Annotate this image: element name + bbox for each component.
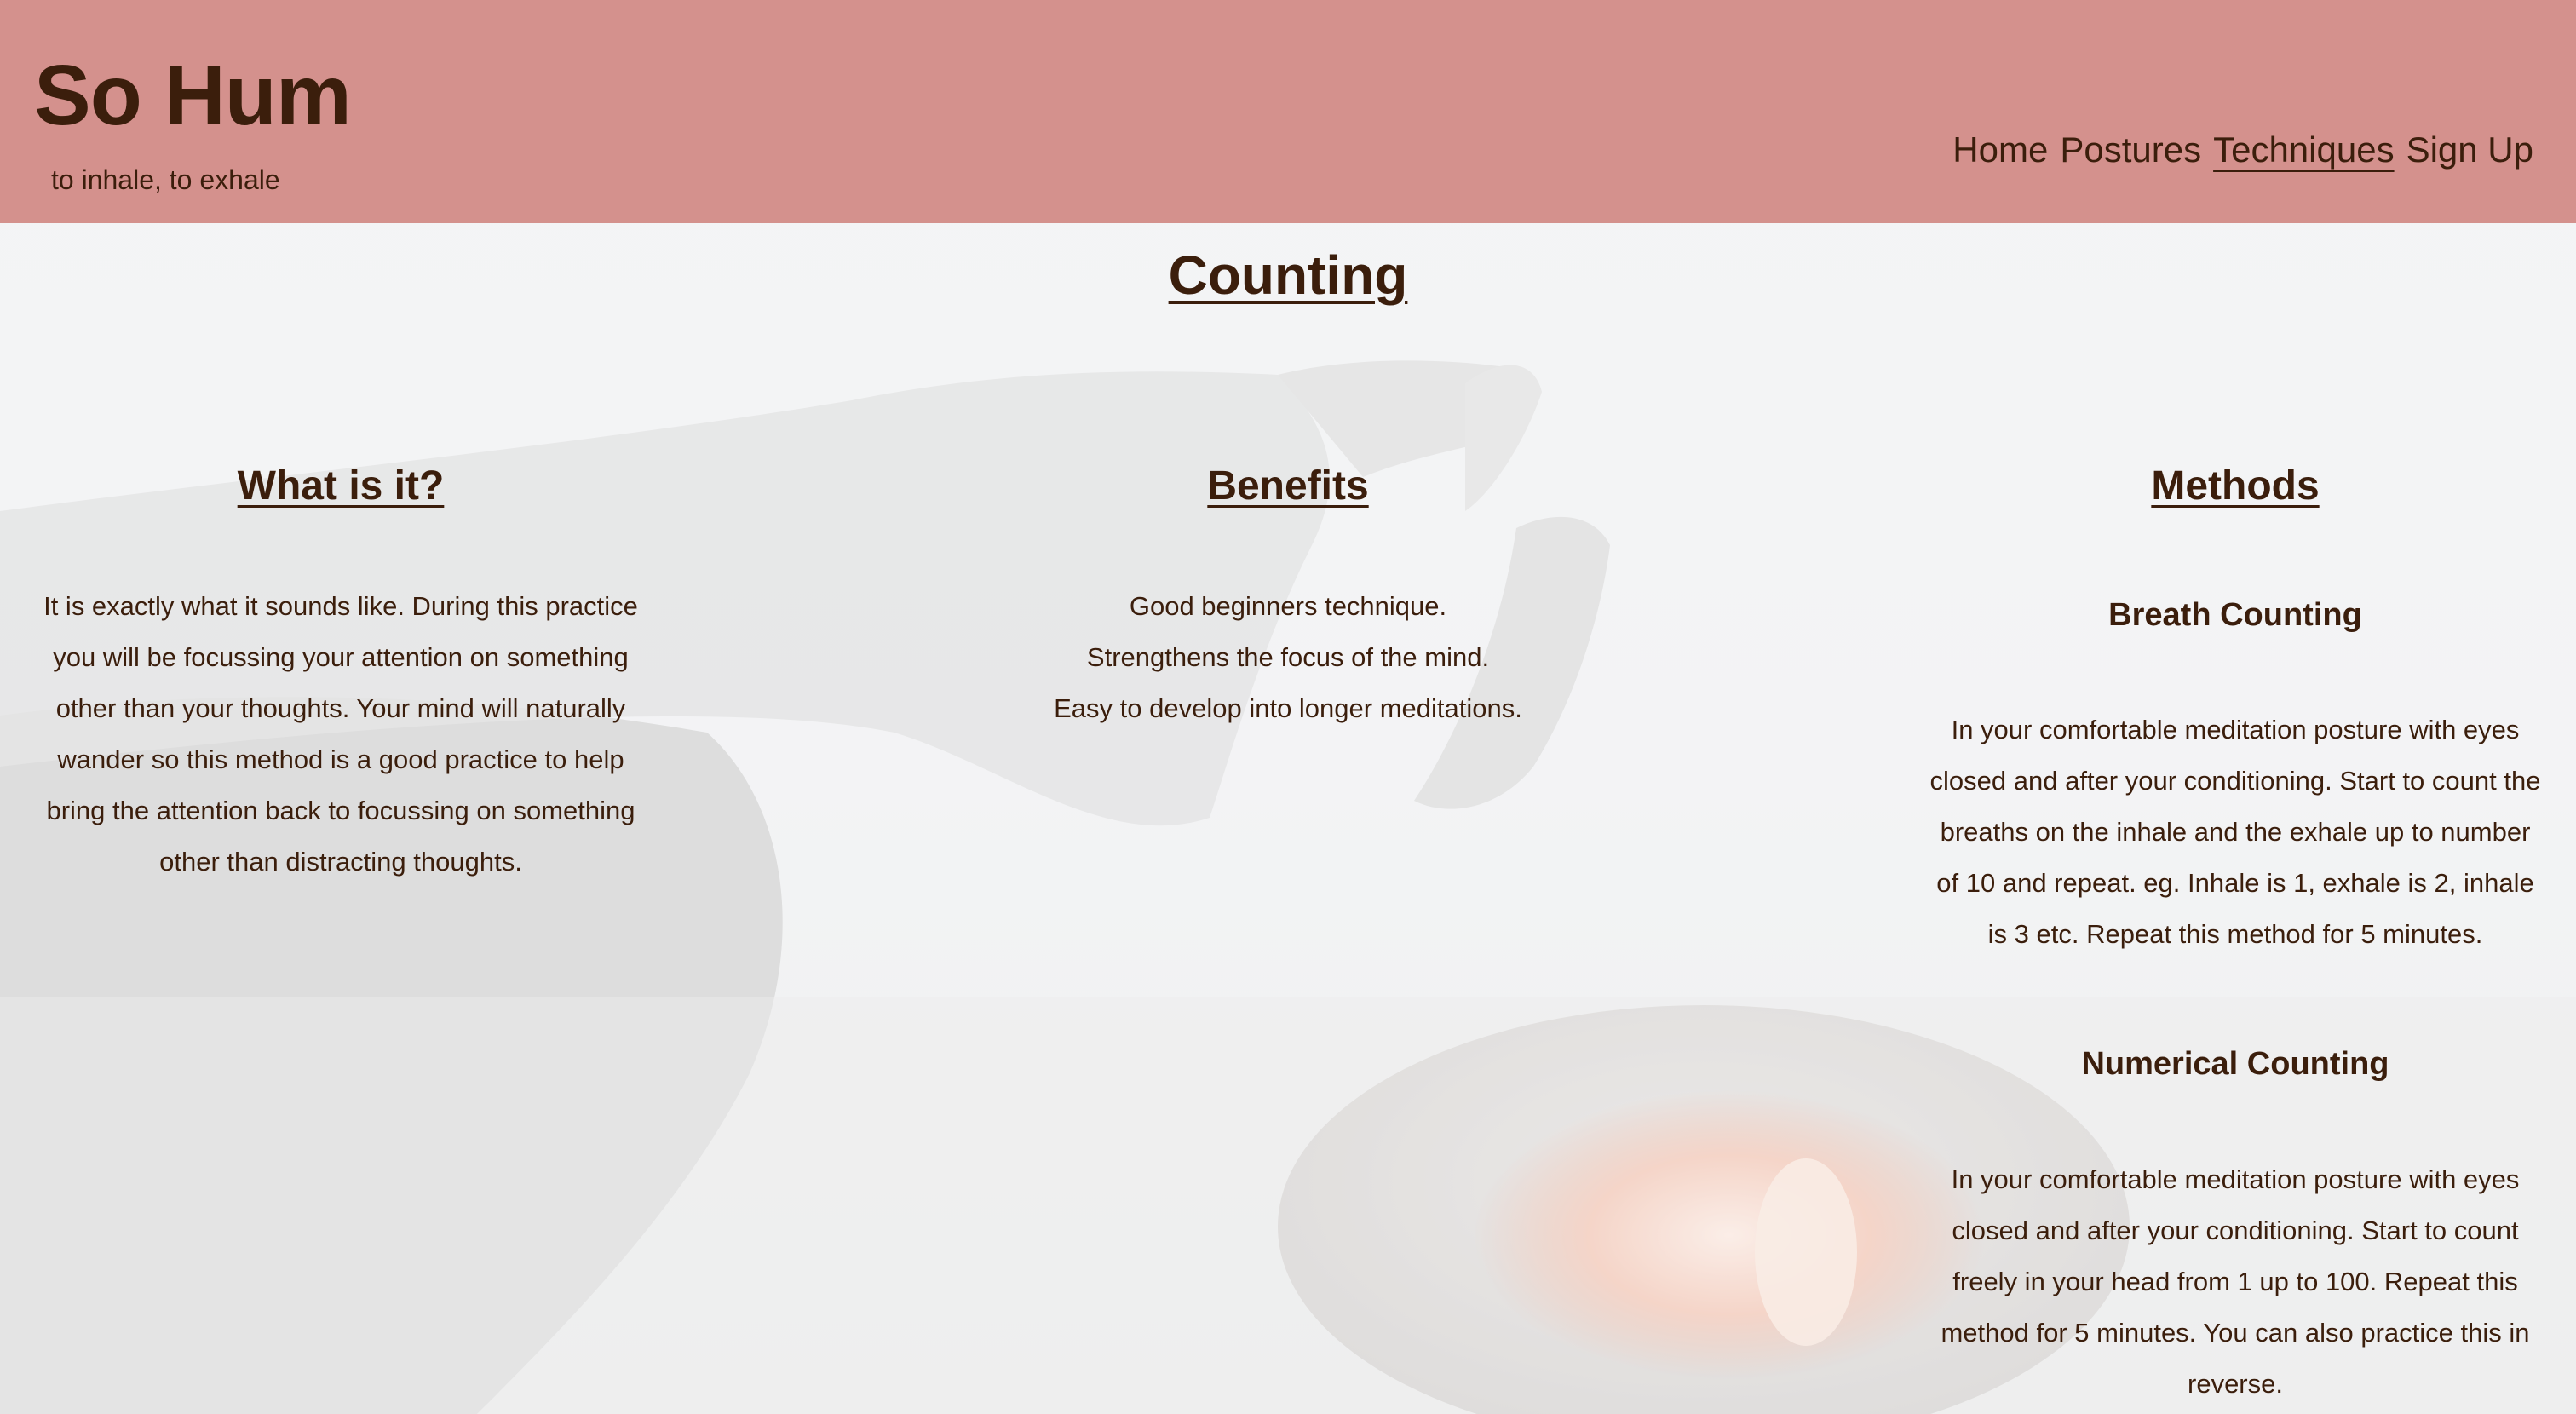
numerical-counting-line: method for 5 minutes. You can also pract…: [1941, 1317, 2530, 1348]
benefit-item: Easy to develop into longer meditations.: [1054, 693, 1522, 723]
what-is-it-line: wander so this method is a good practice…: [57, 744, 624, 774]
site-header: So Hum to inhale, to exhale Home Posture…: [0, 0, 2576, 223]
breath-counting-title: Breath Counting: [2108, 596, 2362, 633]
nav-link-postures[interactable]: Postures: [2060, 129, 2201, 170]
breath-counting-line: closed and after your conditioning. Star…: [1929, 766, 2541, 796]
methods-section: Methods Breath Counting In your comforta…: [1905, 462, 2566, 1410]
nav-link-sign-up[interactable]: Sign Up: [2406, 129, 2533, 170]
benefits-list: Good beginners technique. Strengthens th…: [990, 581, 1586, 734]
breath-counting-line: In your comfortable meditation posture w…: [1951, 715, 2520, 745]
benefits-section: Benefits Good beginners technique. Stren…: [990, 462, 1586, 734]
page-title: Counting: [1168, 244, 1408, 306]
nav-link-techniques[interactable]: Techniques: [2213, 129, 2394, 170]
numerical-counting-line: reverse.: [2188, 1368, 2283, 1399]
site-title[interactable]: So Hum: [34, 53, 352, 138]
breath-counting-line: is 3 etc. Repeat this method for 5 minut…: [1987, 919, 2483, 950]
breath-counting-line: of 10 and repeat. eg. Inhale is 1, exhal…: [1936, 868, 2534, 899]
nav-link-home[interactable]: Home: [1952, 129, 2048, 170]
benefits-heading: Benefits: [1207, 463, 1369, 509]
what-is-it-line: other than distracting thoughts.: [159, 846, 522, 877]
main-content: Counting What is it? It is exactly what …: [0, 223, 2576, 1414]
what-is-it-text: It is exactly what it sounds like. Durin…: [26, 581, 656, 888]
numerical-counting-title: Numerical Counting: [2081, 1046, 2389, 1083]
site-tagline: to inhale, to exhale: [51, 164, 280, 195]
what-is-it-heading: What is it?: [237, 463, 445, 509]
what-is-it-line: bring the attention back to focussing on…: [46, 795, 635, 825]
what-is-it-line: It is exactly what it sounds like. Durin…: [43, 590, 638, 621]
what-is-it-line: you will be focussing your attention on …: [53, 641, 629, 672]
methods-heading: Methods: [2151, 463, 2320, 509]
what-is-it-line: other than your thoughts. Your mind will…: [55, 693, 626, 723]
benefit-item: Good beginners technique.: [1129, 590, 1447, 621]
main-nav: Home Postures Techniques Sign Up: [1952, 129, 2533, 170]
breath-counting-text: In your comfortable meditation posture w…: [1905, 704, 2566, 960]
breath-counting-line: breaths on the inhale and the exhale up …: [1940, 817, 2531, 848]
numerical-counting-line: In your comfortable meditation posture w…: [1951, 1164, 2520, 1194]
numerical-counting-text: In your comfortable meditation posture w…: [1905, 1154, 2566, 1410]
what-is-it-section: What is it? It is exactly what it sounds…: [26, 462, 656, 888]
benefit-item: Strengthens the focus of the mind.: [1086, 641, 1490, 672]
numerical-counting-line: closed and after your conditioning. Star…: [1952, 1215, 2519, 1245]
numerical-counting-line: freely in your head from 1 up to 100. Re…: [1952, 1266, 2518, 1296]
